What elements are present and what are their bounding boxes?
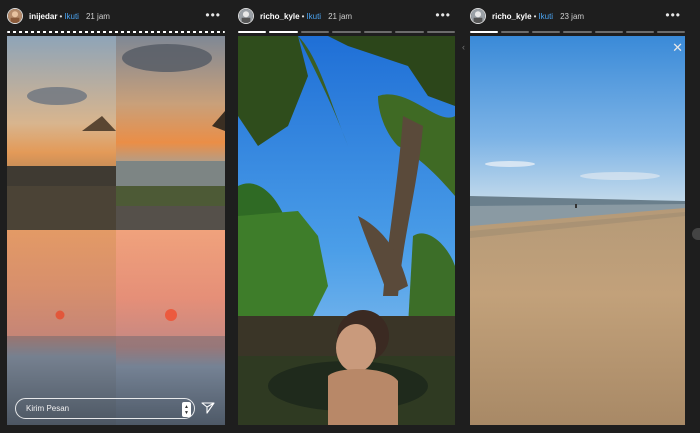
progress-segment: [7, 31, 225, 33]
username[interactable]: inijedar: [29, 12, 57, 21]
progress-segment: [625, 31, 654, 33]
story-header: inijedar • Ikuti 21 jam •••: [7, 6, 225, 26]
progress-segment: [594, 31, 623, 33]
story-card-2[interactable]: richo_kyle • Ikuti 21 jam •••: [238, 0, 455, 433]
reply-field[interactable]: ▲▼: [15, 398, 195, 419]
follow-button[interactable]: Ikuti: [538, 12, 553, 21]
avatar[interactable]: [238, 8, 254, 24]
story-header: richo_kyle • Ikuti 23 jam •••: [470, 6, 685, 26]
progress-segment: [300, 31, 330, 33]
progress-segment: [332, 31, 361, 33]
username[interactable]: richo_kyle: [260, 12, 300, 21]
progress-segment: [532, 31, 561, 33]
story-card-1[interactable]: inijedar • Ikuti 21 jam ••• Kirim Pesan …: [7, 0, 225, 433]
progress-segment: [563, 31, 592, 33]
avatar[interactable]: [470, 8, 486, 24]
story-progress: [238, 31, 455, 33]
timestamp: 21 jam: [328, 11, 353, 21]
separator-dot: •: [533, 11, 537, 21]
stepper-icon[interactable]: ▲ ▼: [182, 402, 191, 417]
separator-dot: •: [301, 11, 305, 21]
separator-dot: •: [59, 11, 63, 21]
progress-segment: [656, 31, 685, 33]
progress-segment: [238, 31, 267, 33]
story-progress: [470, 31, 685, 33]
send-icon[interactable]: [201, 401, 215, 415]
story-image: [238, 36, 455, 425]
more-horizontal-icon[interactable]: •••: [205, 8, 221, 22]
more-horizontal-icon[interactable]: •••: [435, 8, 451, 22]
timestamp: 23 jam: [560, 11, 585, 21]
more-horizontal-icon[interactable]: •••: [665, 8, 681, 22]
progress-segment: [426, 31, 455, 33]
progress-segment: [470, 31, 499, 33]
timestamp: 21 jam: [85, 11, 110, 21]
progress-segment: [395, 31, 424, 33]
message-input[interactable]: [26, 404, 176, 413]
progress-segment: [363, 31, 393, 33]
progress-segment: [269, 31, 298, 33]
story-progress: [7, 31, 225, 33]
follow-button[interactable]: Ikuti: [64, 12, 79, 21]
progress-segment: [501, 31, 530, 33]
story-card-3[interactable]: richo_kyle • Ikuti 23 jam ••• ✕: [470, 0, 685, 433]
story-header: richo_kyle • Ikuti 21 jam •••: [238, 6, 455, 26]
avatar[interactable]: [7, 8, 23, 24]
follow-button[interactable]: Ikuti: [306, 12, 321, 21]
story-image: [470, 36, 685, 425]
close-icon[interactable]: ✕: [672, 40, 683, 56]
username[interactable]: richo_kyle: [492, 12, 532, 21]
chevron-right-icon[interactable]: [692, 228, 700, 240]
story-image: [7, 36, 225, 425]
chevron-left-icon[interactable]: ‹: [462, 42, 465, 52]
